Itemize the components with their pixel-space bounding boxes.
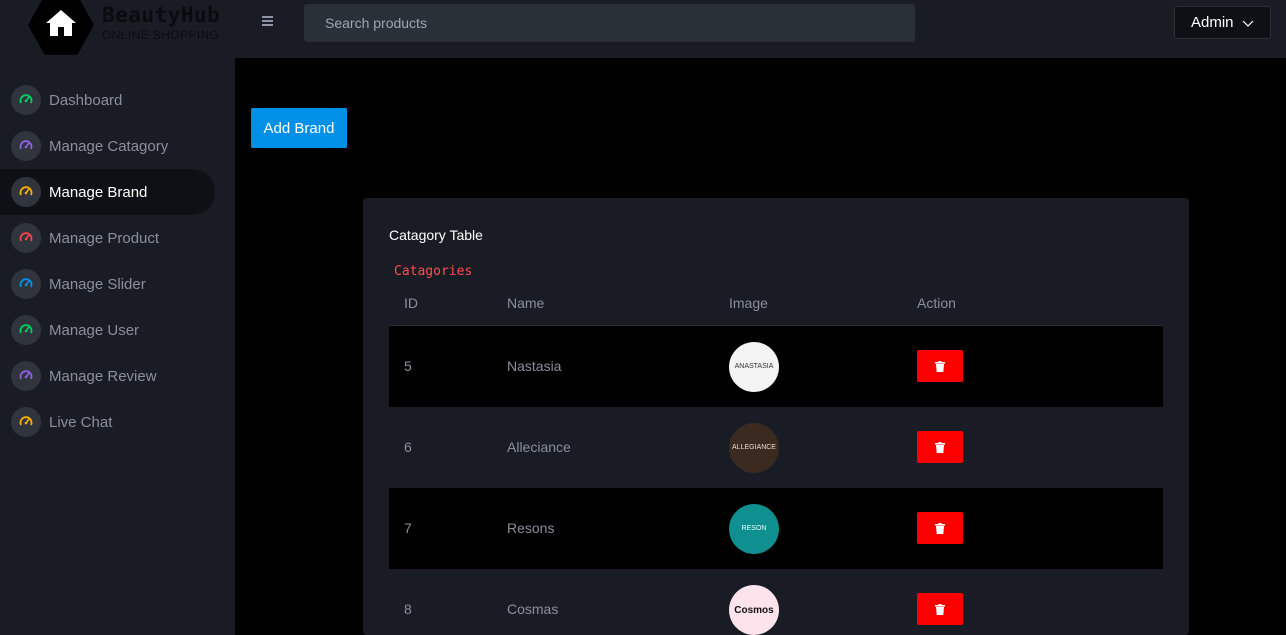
column-header-id: ID bbox=[404, 295, 418, 311]
home-icon bbox=[46, 10, 76, 36]
sidebar-item-label: Live Chat bbox=[49, 413, 113, 431]
brand-logo[interactable]: BeautyHub ONLINE SHOPPING bbox=[28, 0, 228, 58]
admin-menu-label: Admin bbox=[1191, 14, 1234, 31]
sidebar-item-label: Manage Slider bbox=[49, 275, 146, 293]
speedometer-icon bbox=[11, 131, 41, 161]
cell-id: 6 bbox=[404, 439, 412, 455]
card-title: Catagory Table bbox=[389, 227, 483, 243]
sidebar-item-label: Dashboard bbox=[49, 91, 123, 109]
speedometer-icon bbox=[11, 269, 41, 299]
brand-logo-text: ANASTASIA bbox=[734, 363, 774, 371]
cell-id: 7 bbox=[404, 520, 412, 536]
delete-button[interactable] bbox=[917, 431, 963, 463]
brand-logo-thumbnail: Cosmos bbox=[729, 585, 779, 635]
sidebar-item-live-chat[interactable]: Live Chat bbox=[0, 399, 215, 445]
trash-icon bbox=[935, 441, 945, 453]
column-header-image: Image bbox=[729, 295, 768, 311]
table-header: ID Name Image Action bbox=[389, 294, 1163, 326]
sidebar-item-label: Manage User bbox=[49, 321, 140, 339]
sidebar-item-label: Manage Product bbox=[49, 229, 160, 247]
trash-icon bbox=[935, 522, 945, 534]
table-row: 5 Nastasia ANASTASIA bbox=[389, 326, 1163, 407]
brand-logo-text: Cosmos bbox=[734, 604, 774, 616]
add-brand-button[interactable]: Add Brand bbox=[251, 108, 347, 148]
sidebar-item-manage-slider[interactable]: Manage Slider bbox=[0, 261, 215, 307]
sidebar: Dashboard Manage Catagory Manage Brand Mana… bbox=[0, 58, 235, 635]
speedometer-icon bbox=[11, 407, 41, 437]
speedometer-icon bbox=[11, 85, 41, 115]
speedometer-icon bbox=[11, 177, 41, 207]
sidebar-item-label: Manage Review bbox=[49, 367, 157, 385]
sidebar-item-label: Manage Catagory bbox=[49, 137, 169, 155]
cell-name: Resons bbox=[507, 520, 555, 536]
delete-button[interactable] bbox=[917, 512, 963, 544]
category-table-card: Catagory Table Catagories ID Name Image … bbox=[363, 198, 1189, 635]
logo-subtitle: ONLINE SHOPPING bbox=[102, 28, 220, 42]
menu-toggle-icon[interactable] bbox=[262, 14, 278, 30]
sidebar-item-manage-product[interactable]: Manage Product bbox=[0, 215, 215, 261]
column-header-name: Name bbox=[507, 295, 545, 311]
brand-logo-thumbnail: RESON bbox=[729, 504, 779, 554]
main-content: Add Brand Catagory Table Catagories ID N… bbox=[235, 58, 1286, 635]
table-row: 8 Cosmas Cosmos bbox=[389, 569, 1163, 635]
top-navbar: BeautyHub ONLINE SHOPPING Admin bbox=[0, 0, 1286, 58]
cell-name: Cosmas bbox=[507, 601, 559, 617]
column-header-action: Action bbox=[917, 295, 956, 311]
search-input[interactable] bbox=[304, 4, 915, 42]
speedometer-icon bbox=[11, 223, 41, 253]
cell-name: Nastasia bbox=[507, 358, 562, 374]
sidebar-item-manage-user[interactable]: Manage User bbox=[0, 307, 215, 353]
speedometer-icon bbox=[11, 361, 41, 391]
chevron-down-icon bbox=[1242, 20, 1254, 27]
brand-logo-thumbnail: ANASTASIA bbox=[729, 342, 779, 392]
sidebar-item-manage-brand[interactable]: Manage Brand bbox=[0, 169, 215, 215]
cell-id: 5 bbox=[404, 358, 412, 374]
delete-button[interactable] bbox=[917, 593, 963, 625]
card-subtitle: Catagories bbox=[394, 264, 473, 279]
speedometer-icon bbox=[11, 315, 41, 345]
brand-logo-thumbnail: ALLEGIANCE bbox=[729, 423, 779, 473]
trash-icon bbox=[935, 360, 945, 372]
logo-title: BeautyHub bbox=[102, 3, 221, 27]
table-row: 6 Alleciance ALLEGIANCE bbox=[389, 407, 1163, 488]
sidebar-item-dashboard[interactable]: Dashboard bbox=[0, 77, 215, 123]
brand-logo-text: RESON bbox=[741, 525, 767, 533]
table-row: 7 Resons RESON bbox=[389, 488, 1163, 569]
trash-icon bbox=[935, 603, 945, 615]
sidebar-item-manage-review[interactable]: Manage Review bbox=[0, 353, 215, 399]
cell-id: 8 bbox=[404, 601, 412, 617]
cell-name: Alleciance bbox=[507, 439, 571, 455]
admin-menu-button[interactable]: Admin bbox=[1174, 6, 1271, 39]
brand-logo-text: ALLEGIANCE bbox=[732, 444, 776, 452]
sidebar-item-manage-catagory[interactable]: Manage Catagory bbox=[0, 123, 215, 169]
sidebar-item-label: Manage Brand bbox=[49, 183, 148, 201]
delete-button[interactable] bbox=[917, 350, 963, 382]
